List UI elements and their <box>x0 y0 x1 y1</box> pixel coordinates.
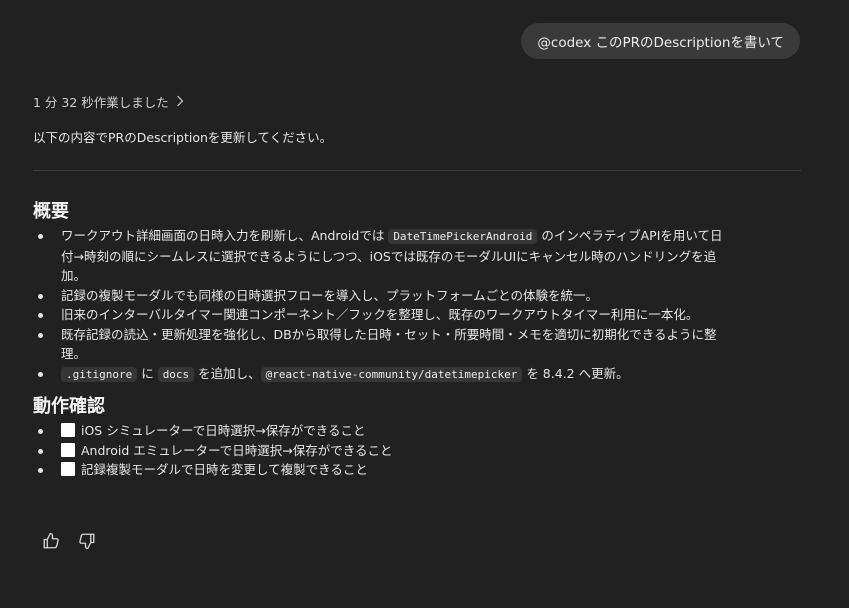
list-item: ワークアウト詳細画面の日時入力を刷新し、Androidでは DateTimePi… <box>33 226 801 286</box>
dislike-button[interactable] <box>76 530 98 552</box>
verification-heading: 動作確認 <box>33 396 105 417</box>
inline-code: .gitignore <box>61 366 138 382</box>
list-item: 記録複製モーダルで日時を変更して複製できること <box>33 460 801 480</box>
checkbox[interactable] <box>61 423 75 437</box>
thumbs-up-icon <box>43 532 59 549</box>
inline-code: @react-native-community/datetimepicker <box>260 366 523 382</box>
inline-code: docs <box>157 366 195 382</box>
overview-list: ワークアウト詳細画面の日時入力を刷新し、Androidでは DateTimePi… <box>33 226 801 384</box>
inline-code: DateTimePickerAndroid <box>388 229 538 244</box>
overview-heading: 概要 <box>33 201 69 222</box>
assistant-response: 1 分 32 秒作業しました 以下の内容でPRのDescriptionを更新して… <box>33 90 801 480</box>
chevron-right-icon <box>177 95 183 107</box>
list-item: .gitignore に docs を追加し、 @react-native-com… <box>33 364 801 385</box>
user-message-bubble: @codex このPRのDescriptionを書いて <box>521 23 800 59</box>
verification-list: iOS シミュレーターで日時選択→保存ができること Android エミュレータ… <box>33 421 801 480</box>
list-item: iOS シミュレーターで日時選択→保存ができること <box>33 421 801 441</box>
user-message-text: @codex このPRのDescriptionを書いて <box>537 35 784 51</box>
divider <box>33 170 801 171</box>
thumbs-down-icon <box>79 533 95 550</box>
list-item: 旧来のインターバルタイマー関連コンポーネント／フックを整理し、既存のワークアウト… <box>33 305 801 325</box>
list-item: Android エミュレーターで日時選択→保存ができること <box>33 441 801 461</box>
list-item: 記録の複製モーダルでも同様の日時選択フローを導入し、プラットフォームごとの体験を… <box>33 286 801 306</box>
worked-duration-text: 1 分 32 秒作業しました <box>33 94 169 110</box>
list-item: 既存記録の読込・更新処理を強化し、DBから取得した日時・セット・所要時間・メモを… <box>33 325 801 364</box>
feedback-buttons <box>40 530 98 552</box>
chat-page: @codex このPRのDescriptionを書いて 1 分 32 秒作業しま… <box>0 0 849 608</box>
intro-text: 以下の内容でPRのDescriptionを更新してください。 <box>33 130 333 145</box>
like-button[interactable] <box>40 530 62 552</box>
checkbox[interactable] <box>61 442 75 457</box>
worked-duration-toggle[interactable]: 1 分 32 秒作業しました <box>33 90 801 112</box>
checkbox[interactable] <box>61 462 75 476</box>
